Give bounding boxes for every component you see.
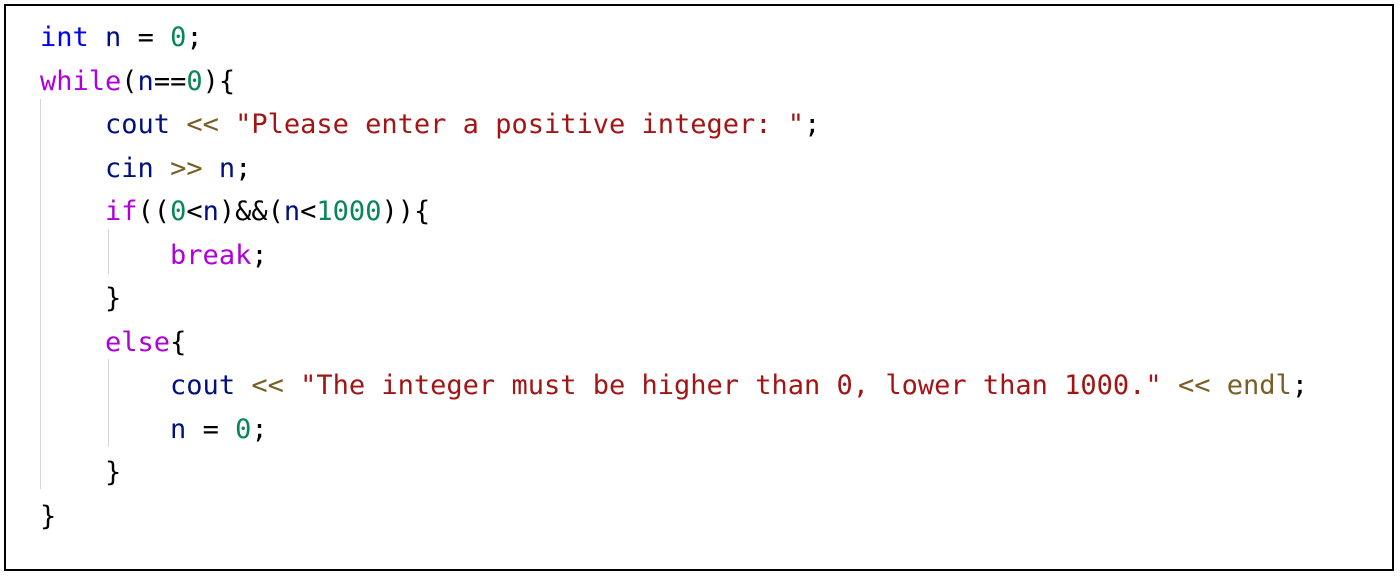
code-token-ident: n [170,413,203,445]
code-token-operator: >> [170,152,203,184]
code-token-ident: n [283,196,301,227]
code-line: else{ [40,321,1308,365]
code-token-number: 0 [170,196,187,227]
code-line: cout << "Please enter a positive integer… [40,103,1308,147]
code-token-keyword: break [170,239,252,271]
code-token-operator: << [251,370,284,401]
code-token-punct: ( [121,65,138,97]
code-token-number: 0 [235,413,252,445]
code-token-type: int [40,22,89,53]
code-token-punct: ; [251,413,268,445]
code-token-punct [1210,370,1226,401]
code-line: cin >> n; [40,147,1308,191]
code-line: n = 0; [40,408,1308,452]
code-token-ident: n [88,22,138,53]
code-token-punct: ; [804,109,821,140]
code-token-punct: ; [186,22,203,53]
code-token-punct: } [105,283,122,314]
code-block[interactable]: int n = 0; while(n==0){ cout << "Please e… [40,16,1308,538]
code-line: } [40,451,1308,495]
code-line: } [40,277,1308,321]
code-token-punct: < [300,196,317,227]
code-token-operator: << [1177,370,1211,401]
code-token-punct: { [170,326,187,358]
code-token-ident: cin [105,152,154,184]
code-token-number: 0 [186,65,203,97]
code-token-punct [235,370,251,401]
code-token-keyword: else [105,326,171,358]
code-token-punct [170,109,186,140]
code-token-punct: } [105,457,122,488]
code-token-string: "Please enter a positive integer: " [235,109,805,140]
code-token-punct: ; [251,239,268,271]
code-editor-frame: int n = 0; while(n==0){ cout << "Please e… [4,4,1394,571]
code-token-punct: )&&( [218,196,284,227]
code-token-keyword: while [40,65,122,97]
code-token-punct: } [40,500,57,532]
code-token-punct: ; [235,152,252,184]
code-token-punct: == [153,65,187,97]
code-line: break; [40,234,1308,278]
code-line: while(n==0){ [40,60,1308,104]
code-token-operator: endl [1226,370,1292,401]
code-token-punct [284,370,300,401]
code-token-ident: n [202,152,236,184]
code-line: int n = 0; [40,16,1308,60]
code-token-punct: = [202,413,236,445]
code-token-ident: n [202,196,219,227]
code-token-number: 0 [170,22,187,53]
code-token-ident: cout [105,109,171,140]
code-token-punct: )){ [381,196,431,227]
code-line: } [40,495,1308,539]
code-token-punct: (( [137,196,171,227]
code-token-punct [219,109,235,140]
code-token-punct: ){ [202,65,236,97]
code-token-keyword: if [105,196,138,227]
code-token-operator: << [186,109,219,140]
code-token-punct [154,153,170,184]
code-token-punct [1162,370,1178,401]
code-token-ident: n [137,65,154,97]
code-token-number: 1000 [316,196,382,227]
code-token-punct: = [137,22,171,53]
code-token-punct: < [186,196,203,227]
code-token-ident: cout [170,370,236,401]
code-line: cout << "The integer must be higher than… [40,364,1308,408]
code-token-punct: ; [1291,370,1309,401]
code-token-string: "The integer must be higher than 0, lowe… [300,370,1162,401]
code-line: if((0<n)&&(n<1000)){ [40,190,1308,234]
